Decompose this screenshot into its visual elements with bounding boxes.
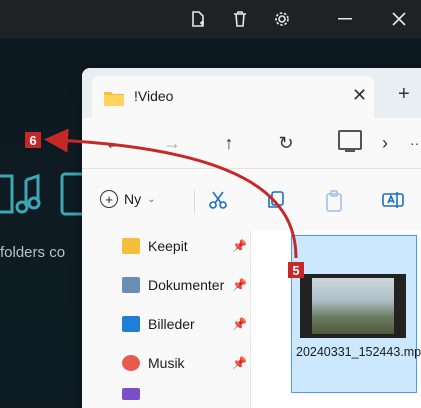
- step-badge-source: 5: [288, 262, 304, 278]
- drag-arrow: [44, 128, 298, 259]
- step-badge-target: 6: [25, 132, 41, 148]
